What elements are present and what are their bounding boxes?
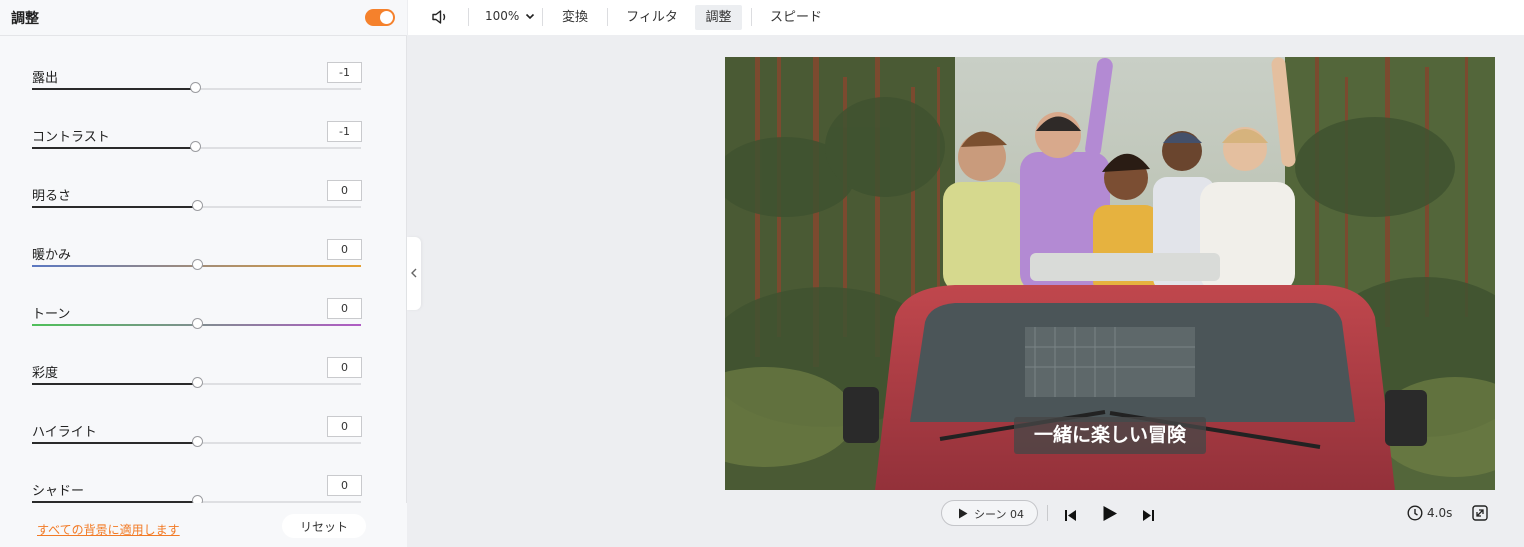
slider-value-input[interactable]: 0 — [327, 475, 362, 496]
toolbar-divider — [468, 8, 469, 26]
play-icon — [959, 508, 968, 519]
adjust-panel: 調整 露出 -1 コントラスト -1 明るさ 0 暖かみ 0 トーン 0 彩度 0 ハイライト 0 シャドー… — [0, 0, 407, 547]
slider-fill — [32, 442, 197, 444]
slider-fill — [32, 383, 197, 385]
slider-track[interactable] — [32, 200, 361, 211]
slider-label: トーン — [32, 307, 71, 322]
play-icon[interactable] — [1102, 505, 1118, 526]
slider-label: ハイライト — [32, 425, 97, 440]
playback-divider — [1047, 505, 1048, 521]
toggle-knob — [380, 11, 393, 24]
toolbar-divider — [542, 8, 543, 26]
slider-highlight: ハイライト 0 — [0, 416, 407, 480]
duration-display: 4.0s — [1407, 505, 1452, 521]
slider-exposure: 露出 -1 — [0, 62, 407, 126]
slider-warmth: 暖かみ 0 — [0, 239, 407, 303]
tab-transform[interactable]: 変換 — [552, 5, 598, 30]
zoom-value: 100% — [485, 9, 520, 23]
slider-fill — [32, 147, 195, 149]
slider-label: 露出 — [32, 71, 59, 86]
slider-track[interactable] — [32, 377, 361, 388]
adjust-toggle[interactable] — [365, 9, 395, 26]
slider-fill — [32, 206, 197, 208]
slider-value-input[interactable]: -1 — [327, 121, 362, 142]
slider-track[interactable] — [32, 318, 361, 329]
slider-track[interactable] — [32, 82, 361, 93]
slider-track[interactable] — [32, 259, 361, 270]
slider-value-input[interactable]: 0 — [327, 180, 362, 201]
slider-track[interactable] — [32, 141, 361, 152]
apply-all-link[interactable]: すべての背景に適用します — [37, 521, 180, 538]
slider-value-input[interactable]: 0 — [327, 416, 362, 437]
subtitle-caption[interactable]: 一緒に楽しい冒険 — [1014, 417, 1206, 454]
slider-brightness: 明るさ 0 — [0, 180, 407, 244]
reset-button[interactable]: リセット — [282, 514, 366, 538]
slider-thumb[interactable] — [190, 141, 201, 152]
slider-label: シャドー — [32, 484, 85, 499]
clock-icon — [1407, 505, 1423, 521]
chevron-down-icon — [526, 13, 535, 20]
slider-label: 彩度 — [32, 366, 59, 381]
scene-label: シーン 04 — [974, 508, 1024, 521]
editor-root: 調整 露出 -1 コントラスト -1 明るさ 0 暖かみ 0 トーン 0 彩度 0 ハイライト 0 シャドー… — [0, 0, 1524, 547]
chevron-left-icon — [411, 268, 417, 278]
tab-speed[interactable]: スピード — [761, 5, 831, 30]
collapse-panel-tab[interactable] — [407, 237, 421, 310]
slider-thumb[interactable] — [192, 436, 203, 447]
panel-footer: すべての背景に適用します リセット — [0, 503, 407, 547]
slider-label: 明るさ — [32, 189, 72, 204]
slider-thumb[interactable] — [192, 200, 203, 211]
duration-value: 4.0s — [1427, 506, 1453, 520]
panel-title: 調整 — [11, 11, 39, 27]
toolbar-divider — [607, 8, 608, 26]
fullscreen-icon[interactable] — [1472, 505, 1488, 525]
video-preview[interactable]: 一緒に楽しい冒険 — [725, 57, 1495, 490]
panel-header: 調整 — [0, 0, 407, 36]
slider-thumb[interactable] — [192, 377, 203, 388]
slider-thumb[interactable] — [192, 495, 203, 503]
slider-contrast: コントラスト -1 — [0, 121, 407, 185]
skip-next-icon[interactable] — [1142, 507, 1155, 526]
slider-label: コントラスト — [32, 130, 110, 145]
slider-value-input[interactable]: 0 — [327, 357, 362, 378]
slider-list: 露出 -1 コントラスト -1 明るさ 0 暖かみ 0 トーン 0 彩度 0 ハイライト 0 シャドー 0 — [0, 36, 407, 503]
slider-label: 暖かみ — [32, 248, 72, 263]
play-scene-button[interactable]: シーン 04 — [941, 500, 1038, 526]
tab-adjust[interactable]: 調整 — [695, 5, 742, 30]
skip-previous-icon[interactable] — [1064, 507, 1077, 526]
slider-value-input[interactable]: -1 — [327, 62, 362, 83]
speaker-icon[interactable] — [431, 9, 449, 29]
slider-thumb[interactable] — [192, 318, 203, 329]
slider-shadow: シャドー 0 — [0, 475, 407, 503]
preview-toolbar: 100% 変換 フィルタ 調整 スピード — [408, 0, 1524, 35]
slider-track[interactable] — [32, 436, 361, 447]
toolbar-divider — [751, 8, 752, 26]
slider-thumb[interactable] — [190, 82, 201, 93]
slider-value-input[interactable]: 0 — [327, 239, 362, 260]
slider-fill — [32, 88, 195, 90]
zoom-dropdown[interactable]: 100% — [485, 9, 535, 23]
tab-filter[interactable]: フィルタ — [617, 5, 687, 30]
slider-value-input[interactable]: 0 — [327, 298, 362, 319]
slider-thumb[interactable] — [192, 259, 203, 270]
slider-saturation: 彩度 0 — [0, 357, 407, 421]
slider-tone: トーン 0 — [0, 298, 407, 362]
